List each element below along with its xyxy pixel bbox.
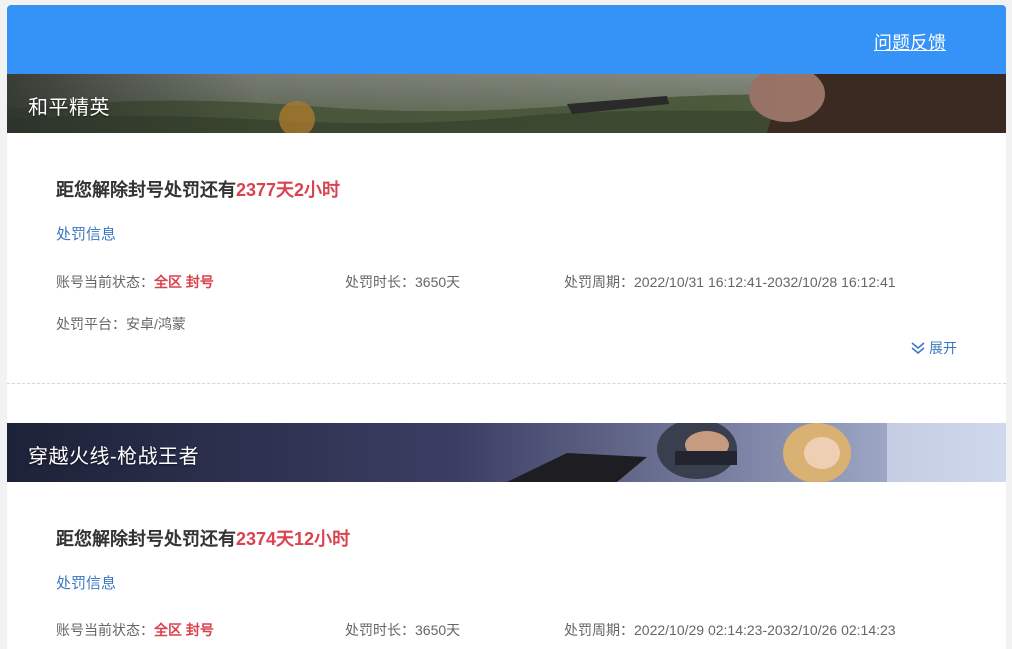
period-label: 处罚周期： bbox=[564, 274, 634, 290]
expand-button[interactable]: 展开 bbox=[910, 338, 957, 358]
penalty-info-title[interactable]: 处罚信息 bbox=[56, 223, 116, 244]
game-title: 和平精英 bbox=[28, 97, 110, 119]
ban-countdown: 距您解除封号处罚还有2377天2小时 bbox=[56, 176, 340, 202]
penalty-period: 处罚周期：2022/10/29 02:14:23-2032/10/26 02:1… bbox=[564, 620, 896, 640]
countdown-value: 2374天12小时 bbox=[236, 529, 351, 549]
ban-card: 距您解除封号处罚还有2377天2小时 处罚信息 账号当前状态：全区 封号 处罚时… bbox=[7, 133, 1006, 384]
penalty-info-title[interactable]: 处罚信息 bbox=[56, 572, 116, 593]
ban-countdown: 距您解除封号处罚还有2374天12小时 bbox=[56, 525, 350, 551]
ban-card: 距您解除封号处罚还有2374天12小时 处罚信息 账号当前状态：全区 封号 处罚… bbox=[7, 482, 1006, 649]
game-title: 穿越火线-枪战王者 bbox=[28, 446, 200, 468]
penalty-duration: 处罚时长：3650天 bbox=[345, 272, 460, 292]
double-chevron-down-icon bbox=[911, 342, 925, 355]
period-value: 2022/10/31 16:12:41-2032/10/28 16:12:41 bbox=[634, 274, 896, 290]
feedback-link[interactable]: 问题反馈 bbox=[874, 29, 946, 55]
status-label: 账号当前状态： bbox=[56, 274, 154, 290]
status-value: 全区 封号 bbox=[154, 274, 214, 290]
status-label: 账号当前状态： bbox=[56, 622, 154, 638]
duration-value: 3650天 bbox=[415, 274, 461, 290]
period-value: 2022/10/29 02:14:23-2032/10/26 02:14:23 bbox=[634, 622, 896, 638]
card-gap bbox=[7, 384, 1006, 423]
duration-value: 3650天 bbox=[415, 622, 461, 638]
banner-art-pubg bbox=[7, 74, 1006, 133]
countdown-prefix: 距您解除封号处罚还有 bbox=[56, 529, 236, 549]
top-bar: 问题反馈 bbox=[7, 5, 1006, 74]
penalty-platform: 处罚平台：安卓/鸿蒙 bbox=[56, 314, 186, 334]
period-label: 处罚周期： bbox=[564, 622, 634, 638]
game-banner-pubg: 和平精英 bbox=[7, 74, 1006, 133]
status-value: 全区 封号 bbox=[154, 622, 214, 638]
duration-label: 处罚时长： bbox=[345, 274, 415, 290]
countdown-value: 2377天2小时 bbox=[236, 180, 341, 200]
page-frame: 问题反馈 和平精英 距您解除封号处罚还有2377天2小时 处罚信息 账号当前状态… bbox=[7, 5, 1006, 649]
penalty-duration: 处罚时长：3650天 bbox=[345, 620, 460, 640]
expand-label: 展开 bbox=[929, 340, 957, 356]
platform-value: 安卓/鸿蒙 bbox=[126, 316, 186, 332]
duration-label: 处罚时长： bbox=[345, 622, 415, 638]
penalty-period: 处罚周期：2022/10/31 16:12:41-2032/10/28 16:1… bbox=[564, 272, 896, 292]
platform-label: 处罚平台： bbox=[56, 316, 126, 332]
account-status: 账号当前状态：全区 封号 bbox=[56, 272, 214, 292]
countdown-prefix: 距您解除封号处罚还有 bbox=[56, 180, 236, 200]
game-banner-cf: 穿越火线-枪战王者 bbox=[7, 423, 1006, 482]
account-status: 账号当前状态：全区 封号 bbox=[56, 620, 214, 640]
